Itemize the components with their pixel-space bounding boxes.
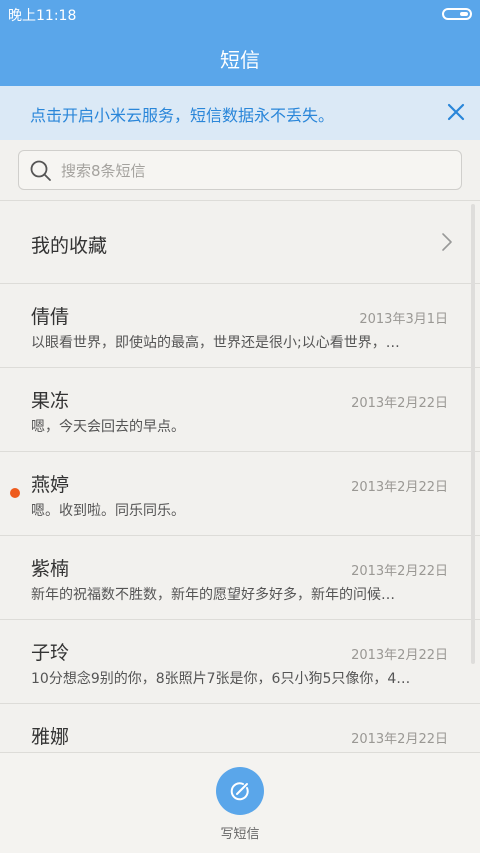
compose-label[interactable]: 写短信 — [0, 823, 480, 842]
scrollbar[interactable] — [471, 204, 475, 664]
conversation-row[interactable]: 紫楠 2013年2月22日 新年的祝福数不胜数，新年的愿望好多好多，新年的问候… — [0, 536, 480, 620]
unread-dot — [10, 488, 20, 498]
contact-name: 燕婷 — [31, 474, 70, 496]
message-preview: 10分想念9别的你，8张照片7张是你，6只小狗5只像你，4… — [31, 671, 411, 687]
search-input[interactable] — [59, 157, 453, 185]
message-date: 2013年2月22日 — [351, 648, 448, 663]
conversation-row[interactable]: 雅娜 2013年2月22日 — [0, 704, 480, 752]
battery-icon — [442, 8, 472, 20]
message-date: 2013年2月22日 — [351, 396, 448, 411]
message-preview: 以眼看世界，即使站的最高，世界还是很小;以心看世界，… — [31, 335, 400, 351]
status-time: 晚上11:18 — [8, 8, 77, 24]
message-date: 2013年3月1日 — [359, 312, 448, 327]
chevron-right-icon — [442, 233, 452, 251]
contact-name: 子玲 — [31, 642, 70, 664]
conversation-list[interactable]: 我的收藏 倩倩 2013年3月1日 以眼看世界，即使站的最高，世界还是很小;以心… — [0, 200, 480, 752]
contact-name: 果冻 — [31, 390, 70, 412]
search-box[interactable] — [18, 150, 462, 190]
compose-icon — [230, 782, 249, 801]
page-title: 短信 — [220, 48, 260, 72]
status-bar: 晚上11:18 — [0, 0, 480, 28]
message-preview: 新年的祝福数不胜数，新年的愿望好多好多，新年的问候… — [31, 587, 395, 603]
favorites-item[interactable]: 我的收藏 — [0, 200, 480, 284]
favorites-label: 我的收藏 — [31, 235, 108, 257]
message-date: 2013年2月22日 — [351, 732, 448, 747]
close-icon[interactable] — [444, 100, 468, 124]
conversation-row[interactable]: 果冻 2013年2月22日 嗯，今天会回去的早点。 — [0, 368, 480, 452]
banner-text[interactable]: 点击开启小米云服务，短信数据永不丢失。 — [30, 102, 334, 126]
conversation-row[interactable]: 子玲 2013年2月22日 10分想念9别的你，8张照片7张是你，6只小狗5只像… — [0, 620, 480, 704]
contact-name: 倩倩 — [31, 306, 70, 328]
compose-button[interactable] — [216, 767, 264, 815]
bottom-bar: 写短信 — [0, 752, 480, 853]
conversation-row[interactable]: 燕婷 2013年2月22日 嗯。收到啦。同乐同乐。 — [0, 452, 480, 536]
message-date: 2013年2月22日 — [351, 480, 448, 495]
conversation-row[interactable]: 倩倩 2013年3月1日 以眼看世界，即使站的最高，世界还是很小;以心看世界，… — [0, 284, 480, 368]
message-preview: 嗯。收到啦。同乐同乐。 — [31, 503, 185, 519]
contact-name: 紫楠 — [31, 558, 70, 580]
search-icon — [30, 160, 51, 181]
message-preview: 嗯，今天会回去的早点。 — [31, 419, 185, 435]
header: 短信 — [0, 28, 480, 86]
message-date: 2013年2月22日 — [351, 564, 448, 579]
contact-name: 雅娜 — [31, 726, 70, 748]
cloud-service-banner[interactable]: 点击开启小米云服务，短信数据永不丢失。 — [0, 86, 480, 140]
